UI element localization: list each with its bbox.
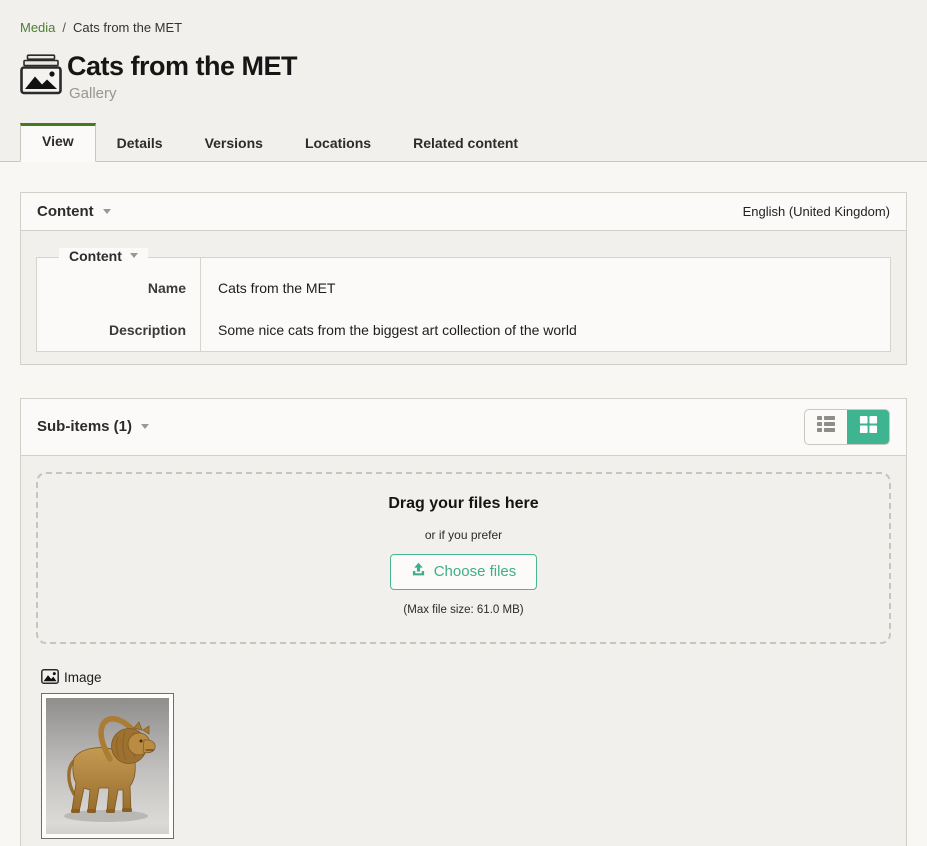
content-panel-toggle[interactable]: Content [37, 203, 111, 220]
field-label-description: Description [37, 309, 200, 351]
choose-files-button[interactable]: Choose files [390, 554, 538, 590]
dropzone-subtitle: or if you prefer [38, 528, 889, 542]
choose-files-label: Choose files [434, 563, 517, 580]
image-icon [41, 669, 59, 687]
view-switcher [804, 409, 890, 445]
breadcrumb: Media / Cats from the MET [20, 20, 907, 35]
field-row-description: Description Some nice cats from the bigg… [37, 309, 890, 351]
page-title-block: Cats from the MET Gallery [20, 52, 907, 102]
subitem-thumbnail[interactable] [41, 693, 174, 839]
content-fieldset: Content Name Cats from the MET Descripti… [36, 257, 891, 352]
subitem-type-label: Image [64, 670, 102, 685]
field-value-description: Some nice cats from the biggest art coll… [200, 309, 890, 351]
breadcrumb-separator: / [62, 20, 66, 35]
max-file-size-note: (Max file size: 61.0 MB) [38, 604, 889, 616]
breadcrumb-media-link[interactable]: Media [20, 20, 55, 35]
content-panel: Content English (United Kingdom) Content… [20, 192, 907, 365]
page-header-area: Media / Cats from the MET Cats from the … [0, 0, 927, 162]
field-value-name: Cats from the MET [200, 267, 890, 309]
page-title: Cats from the MET [67, 52, 297, 82]
content-panel-header: Content English (United Kingdom) [21, 193, 906, 231]
lion-sculpture-image [46, 698, 169, 834]
grid-view-button[interactable] [847, 410, 889, 444]
list-view-icon [816, 415, 836, 438]
caret-down-icon [103, 209, 111, 214]
fieldset-legend-toggle[interactable]: Content [59, 248, 148, 264]
subitems-panel: Sub-items (1) [20, 398, 907, 846]
subitems-panel-toggle[interactable]: Sub-items (1) [37, 418, 149, 435]
breadcrumb-current: Cats from the MET [73, 20, 182, 35]
tab-view[interactable]: View [20, 123, 96, 162]
tab-versions[interactable]: Versions [184, 123, 284, 161]
tab-details[interactable]: Details [96, 123, 184, 161]
field-label-name: Name [37, 267, 200, 309]
caret-down-icon [130, 253, 138, 258]
grid-view-icon [859, 415, 878, 439]
tab-bar: View Details Versions Locations Related … [0, 123, 927, 162]
tab-related-content[interactable]: Related content [392, 123, 539, 161]
file-dropzone[interactable]: Drag your files here or if you prefer Ch… [36, 472, 891, 644]
subitems-panel-body: Drag your files here or if you prefer Ch… [21, 456, 906, 846]
page-body: Content English (United Kingdom) Content… [0, 162, 927, 846]
subitem-card: Image [41, 669, 891, 839]
list-view-button[interactable] [805, 410, 847, 444]
content-panel-body: Content Name Cats from the MET Descripti… [21, 231, 906, 364]
content-panel-title: Content [37, 203, 94, 220]
content-type-label: Gallery [69, 85, 297, 102]
language-label: English (United Kingdom) [743, 204, 890, 219]
gallery-icon [20, 54, 62, 95]
fieldset-legend: Content [69, 248, 122, 264]
subitems-panel-header: Sub-items (1) [21, 399, 906, 456]
upload-icon [411, 562, 426, 581]
field-row-name: Name Cats from the MET [37, 267, 890, 309]
tab-locations[interactable]: Locations [284, 123, 392, 161]
caret-down-icon [141, 424, 149, 429]
dropzone-title: Drag your files here [38, 495, 889, 513]
subitems-panel-title: Sub-items (1) [37, 418, 132, 435]
